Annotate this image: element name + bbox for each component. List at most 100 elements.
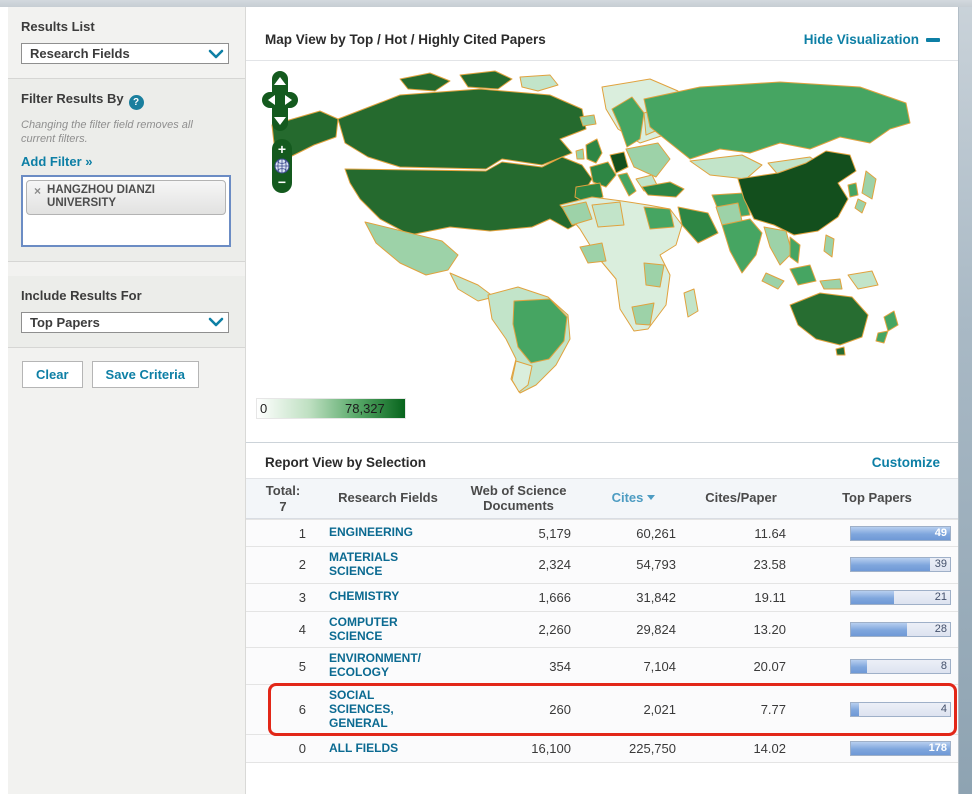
row-cites: 54,793 (581, 557, 686, 572)
row-cites: 7,104 (581, 659, 686, 674)
row-rank: 5 (246, 659, 320, 674)
filter-heading-label: Filter Results By (21, 91, 124, 106)
customize-link[interactable]: Customize (872, 455, 940, 470)
row-cites-per-paper: 23.58 (686, 557, 796, 572)
map-pan-control[interactable] (262, 71, 298, 131)
row-field-label: ALL FIELDS (329, 742, 398, 756)
top-papers-bar: 39 (850, 557, 951, 572)
row-cites-per-paper: 14.02 (686, 741, 796, 756)
sort-descending-icon (647, 495, 655, 500)
row-field-link[interactable]: ENVIRONMENT/ECOLOGY (320, 652, 456, 680)
zoom-in-icon: + (278, 141, 286, 157)
filter-tag[interactable]: × HANGZHOU DIANZI UNIVERSITY (26, 180, 226, 215)
row-cites-per-paper: 7.77 (686, 702, 796, 717)
table-row[interactable]: 6 SOCIAL SCIENCES, GENERAL 260 2,021 7.7… (246, 685, 958, 735)
row-docs: 1,666 (456, 590, 581, 605)
filter-tag-label: HANGZHOU DIANZI UNIVERSITY (47, 184, 207, 210)
row-top-papers-bar-cell: 21 (796, 590, 958, 605)
remove-filter-icon[interactable]: × (34, 184, 41, 198)
column-cites-per-paper[interactable]: Cites/Paper (686, 491, 796, 506)
column-cites-sorted[interactable]: Cites (581, 491, 686, 506)
row-field-link[interactable]: ENGINEERING (320, 526, 456, 540)
row-rank: 0 (246, 741, 320, 756)
row-rank: 3 (246, 590, 320, 605)
top-papers-bar-fill (851, 660, 867, 673)
map-zoom-control[interactable]: + − (272, 139, 292, 193)
row-cites-per-paper: 20.07 (686, 659, 796, 674)
include-results-section: Include Results For Top Papers (8, 276, 245, 348)
row-top-papers-bar-cell: 8 (796, 659, 958, 674)
row-field-label: MATERIALS SCIENCE (329, 551, 425, 579)
row-docs: 2,260 (456, 622, 581, 637)
row-docs: 2,324 (456, 557, 581, 572)
row-top-papers-bar-cell: 4 (796, 702, 958, 717)
row-docs: 354 (456, 659, 581, 674)
results-list-heading: Results List (21, 19, 228, 34)
total-label: Total: (246, 483, 320, 499)
top-page-strip (0, 0, 972, 7)
vertical-scrollbar[interactable] (958, 7, 972, 794)
row-cites-per-paper: 19.11 (686, 590, 796, 605)
row-top-papers-bar-cell: 28 (796, 622, 958, 637)
row-rank: 1 (246, 526, 320, 541)
top-papers-value: 178 (929, 742, 947, 755)
row-field-link[interactable]: COMPUTER SCIENCE (320, 616, 456, 644)
column-top-papers[interactable]: Top Papers (796, 491, 958, 506)
map-color-legend: 0 78,327 (256, 398, 406, 419)
top-papers-bar: 8 (850, 659, 951, 674)
row-field-link[interactable]: MATERIALS SCIENCE (320, 551, 456, 579)
results-list-dropdown-value: Research Fields (30, 46, 130, 61)
cites-label: Cites (612, 490, 644, 505)
world-map[interactable] (250, 67, 920, 397)
save-criteria-button[interactable]: Save Criteria (92, 361, 200, 388)
report-view-title: Report View by Selection (265, 455, 426, 470)
top-papers-value: 28 (935, 623, 947, 636)
row-docs: 16,100 (456, 741, 581, 756)
total-value: 7 (246, 499, 320, 515)
include-results-dropdown[interactable]: Top Papers (21, 312, 229, 333)
row-field-link[interactable]: SOCIAL SCIENCES, GENERAL (320, 689, 456, 730)
row-docs: 5,179 (456, 526, 581, 541)
map-view-header: Map View by Top / Hot / Highly Cited Pap… (246, 7, 958, 61)
top-papers-bar: 4 (850, 702, 951, 717)
table-row[interactable]: 4 COMPUTER SCIENCE 2,260 29,824 13.20 28 (246, 612, 958, 649)
column-wos-documents[interactable]: Web of Science Documents (456, 484, 581, 514)
legend-max-value: 78,327 (345, 401, 385, 416)
sidebar: Results List Research Fields Filter Resu… (8, 7, 246, 794)
chevron-down-icon (208, 316, 224, 328)
filter-box[interactable]: × HANGZHOU DIANZI UNIVERSITY (21, 175, 231, 247)
report-view-header: Report View by Selection Customize (246, 443, 958, 479)
column-total: Total: 7 (246, 483, 320, 514)
column-research-fields[interactable]: Research Fields (320, 491, 456, 506)
row-field-link[interactable]: ALL FIELDS (320, 742, 456, 756)
row-rank: 2 (246, 557, 320, 572)
top-papers-bar: 49 (850, 526, 951, 541)
row-field-label: ENGINEERING (329, 526, 413, 540)
include-results-dropdown-value: Top Papers (30, 315, 100, 330)
table-row[interactable]: 3 CHEMISTRY 1,666 31,842 19.11 21 (246, 584, 958, 612)
map-view-title: Map View by Top / Hot / Highly Cited Pap… (265, 32, 546, 47)
filter-heading: Filter Results By? (21, 91, 228, 110)
table-row[interactable]: 0 ALL FIELDS 16,100 225,750 14.02 178 (246, 735, 958, 763)
row-top-papers-bar-cell: 49 (796, 526, 958, 541)
top-papers-value: 8 (941, 660, 947, 673)
include-results-heading: Include Results For (21, 288, 228, 303)
row-field-label: CHEMISTRY (329, 590, 399, 604)
results-list-dropdown[interactable]: Research Fields (21, 43, 229, 64)
table-row[interactable]: 5 ENVIRONMENT/ECOLOGY 354 7,104 20.07 8 (246, 648, 958, 685)
hide-visualization-label: Hide Visualization (804, 32, 919, 47)
row-field-link[interactable]: CHEMISTRY (320, 590, 456, 604)
hide-visualization-link[interactable]: Hide Visualization (804, 32, 940, 47)
customize-label: Customize (872, 455, 940, 470)
row-field-label: SOCIAL SCIENCES, GENERAL (329, 689, 425, 730)
row-docs: 260 (456, 702, 581, 717)
zoom-out-icon: − (278, 174, 286, 190)
add-filter-link[interactable]: Add Filter » (21, 154, 93, 169)
filter-note: Changing the filter field removes all cu… (21, 119, 228, 147)
results-list-section: Results List Research Fields (8, 7, 245, 78)
table-row[interactable]: 2 MATERIALS SCIENCE 2,324 54,793 23.58 3… (246, 547, 958, 584)
help-icon[interactable]: ? (129, 95, 144, 110)
clear-button[interactable]: Clear (22, 361, 83, 388)
top-papers-value: 4 (941, 703, 947, 716)
table-row[interactable]: 1 ENGINEERING 5,179 60,261 11.64 49 (246, 519, 958, 547)
